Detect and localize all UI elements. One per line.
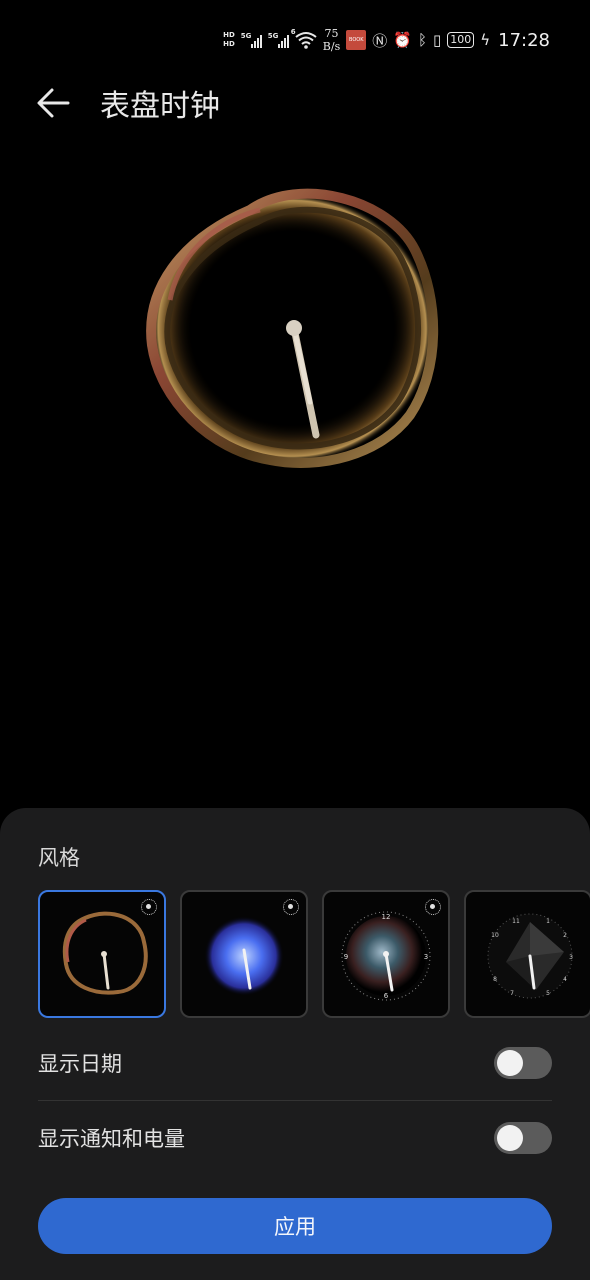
status-time: 17:28 [498, 29, 550, 51]
numeral-8: 8 [493, 976, 497, 983]
charging-icon: ϟ [480, 31, 491, 49]
signal-icon-2: 5G [268, 32, 289, 48]
hd-label-2: HD [223, 40, 235, 48]
toggle-knob [497, 1125, 523, 1151]
hd-indicator: HD HD [223, 31, 235, 49]
watchface-preview [140, 180, 450, 480]
numeral-5: 5 [546, 990, 550, 997]
numeral-9: 9 [344, 953, 348, 961]
app-badge-label: BOOK [348, 37, 364, 43]
numeral-11: 11 [512, 918, 520, 925]
numeral-3: 3 [424, 953, 428, 961]
numeral-3: 3 [569, 954, 573, 961]
back-arrow-icon [37, 88, 70, 118]
page-title: 表盘时钟 [100, 89, 220, 124]
show-notifications-battery-label: 显示通知和电量 [38, 1127, 185, 1151]
live-wallpaper-icon [283, 899, 299, 915]
status-bar: HD HD 5G 5G 6 75 B/s BOOK Ⓝ ⏰ ᛒ ▯ 100 ϟ … [223, 22, 550, 58]
show-notifications-battery-toggle[interactable] [494, 1122, 552, 1154]
app-notification-icon: BOOK [346, 30, 367, 50]
toggle-knob [497, 1050, 523, 1076]
numeral-2: 2 [563, 932, 567, 939]
wifi-icon: 6 [291, 28, 317, 49]
style-card-blue-glow[interactable] [180, 890, 308, 1018]
show-date-label: 显示日期 [38, 1052, 122, 1076]
signal-label-2: 5G [267, 32, 279, 40]
show-notifications-battery-row: 显示通知和电量 [38, 1101, 552, 1175]
screen: HD HD 5G 5G 6 75 B/s BOOK Ⓝ ⏰ ᛒ ▯ 100 ϟ … [0, 0, 590, 1280]
apply-button[interactable]: 应用 [38, 1198, 552, 1254]
show-date-toggle[interactable] [494, 1047, 552, 1079]
live-wallpaper-icon [141, 899, 157, 915]
numeral-7: 7 [510, 990, 514, 997]
style-card-nebula[interactable]: 12 3 6 9 [322, 890, 450, 1018]
vibrate-icon: ▯ [432, 31, 442, 49]
show-date-row: 显示日期 [38, 1026, 552, 1100]
network-speed: 75 B/s [323, 27, 340, 53]
wifi-label: 6 [290, 28, 296, 36]
speed-unit: B/s [322, 40, 341, 53]
nfc-icon: Ⓝ [372, 31, 388, 50]
numeral-10: 10 [491, 932, 499, 939]
hd-label-1: HD [223, 31, 235, 39]
bluetooth-icon: ᛒ [417, 31, 427, 49]
style-card-geometric[interactable]: 11 1 2 3 4 5 7 8 10 [464, 890, 590, 1018]
battery-icon: 100 [447, 32, 475, 48]
numeral-6: 6 [384, 992, 389, 1000]
style-section-label: 风格 [38, 846, 80, 870]
signal-icon: 5G [241, 32, 262, 48]
signal-label-1: 5G [240, 32, 252, 40]
header: 表盘时钟 [36, 78, 220, 128]
numeral-4: 4 [563, 976, 567, 983]
numeral-1: 1 [546, 918, 550, 925]
settings-sheet: 风格 12 3 6 9 11 1 2 3 4 5 7 8 10 显示日期 显示通… [0, 808, 590, 1280]
style-card-ring[interactable] [38, 890, 166, 1018]
geometric-watchface-thumbnail: 11 1 2 3 4 5 7 8 10 [487, 913, 573, 999]
alarm-icon: ⏰ [393, 31, 412, 49]
speed-value: 75 [324, 27, 339, 40]
back-button[interactable] [36, 78, 76, 128]
battery-level: 100 [450, 33, 472, 46]
style-picker[interactable]: 12 3 6 9 11 1 2 3 4 5 7 8 10 [38, 890, 590, 1018]
numeral-12: 12 [382, 913, 391, 921]
live-wallpaper-icon [425, 899, 441, 915]
